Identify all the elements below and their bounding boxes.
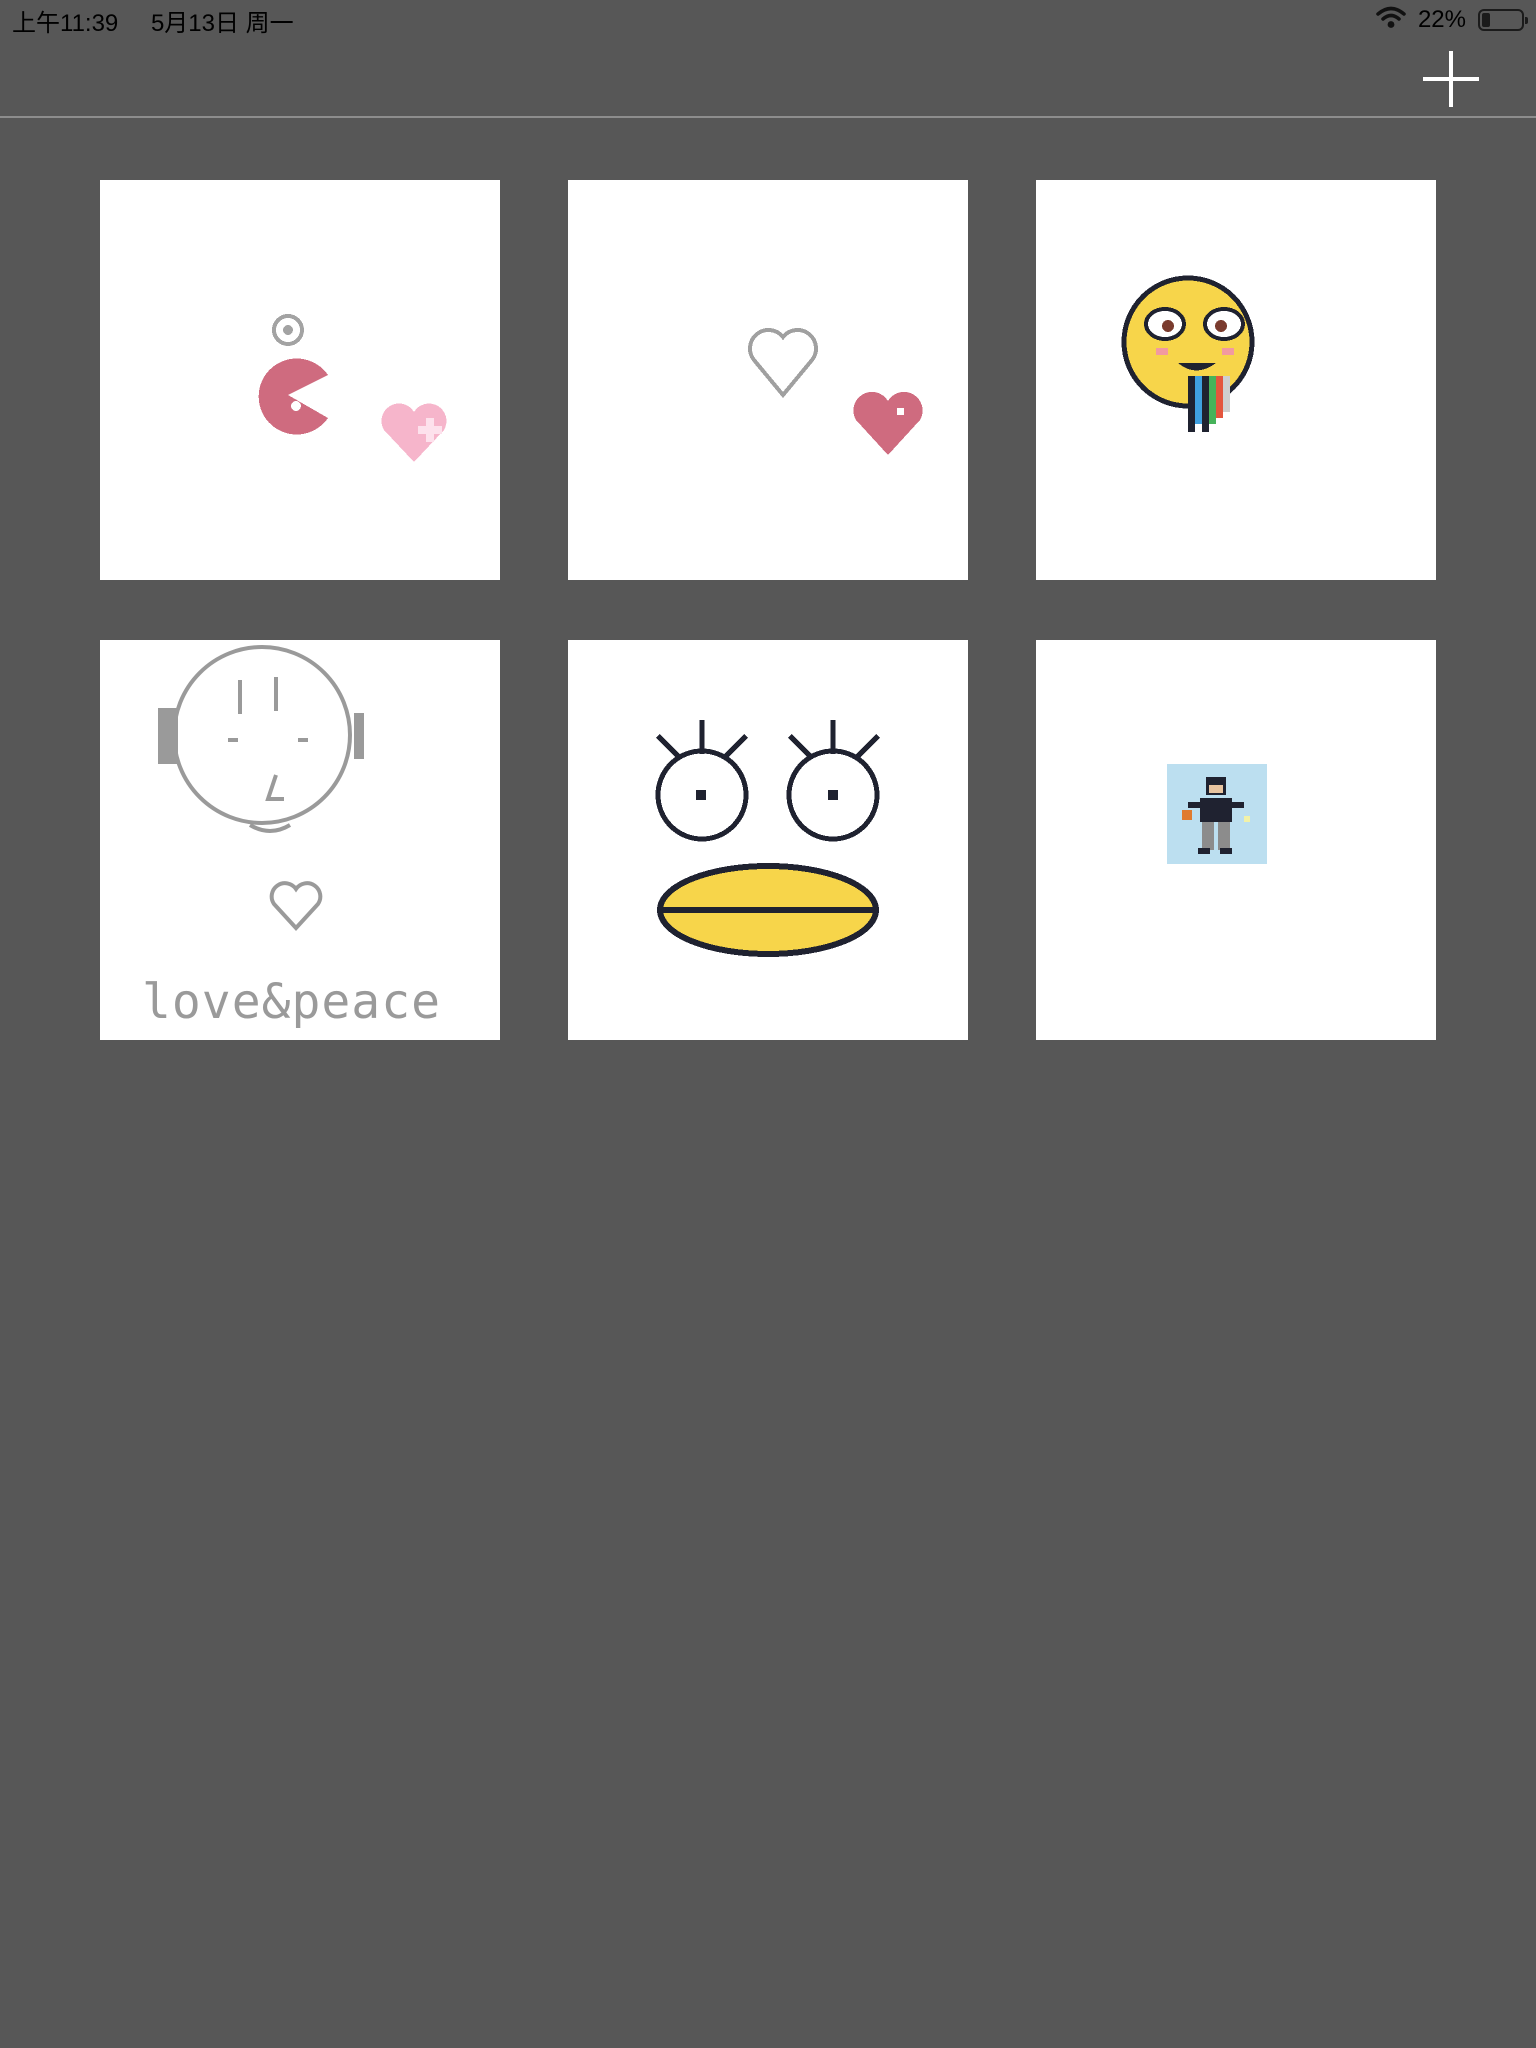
battery-level (1482, 13, 1491, 27)
drawing-tile[interactable] (568, 640, 968, 1040)
drawing-tile[interactable] (100, 180, 500, 580)
battery-icon (1478, 9, 1528, 31)
target-icon (272, 314, 304, 346)
heart-icon (853, 391, 923, 455)
nav-bar (0, 40, 1536, 118)
drawing-tile[interactable]: love&peace (100, 640, 500, 1040)
drawing-gallery: love&peace (100, 180, 1436, 1040)
drawing-tile[interactable] (1036, 180, 1436, 580)
status-left: 上午11:39 5月13日 周一 (12, 3, 320, 38)
battery-percent: 22% (1417, 6, 1466, 33)
drawing-tile[interactable] (1036, 640, 1436, 1040)
rainbow-tongue (1188, 376, 1230, 432)
status-date: 5月13日 周一 (150, 9, 294, 37)
status-right: 22% (1376, 5, 1528, 36)
eye-icon (1144, 307, 1186, 341)
drawing-love-peace: love&peace (142, 645, 441, 1030)
drawing-tile[interactable] (568, 180, 968, 580)
pacman-icon (258, 358, 328, 435)
face-sketch (172, 645, 352, 931)
plus-icon (1423, 51, 1479, 107)
status-time: 上午11:39 (12, 9, 119, 37)
eye-icon (1203, 307, 1245, 341)
heart-outline-icon (748, 328, 818, 399)
drawing-duck-face (655, 720, 880, 957)
wifi-icon (1376, 5, 1406, 36)
status-bar: 上午11:39 5月13日 周一 22% (0, 0, 1536, 40)
drawing-two-hearts (748, 328, 923, 455)
drawing-rainbow-smiley (1121, 275, 1255, 432)
heart-outline-icon (269, 881, 323, 931)
drawing-pacman-heart (258, 314, 447, 462)
drawing-pixel-person (1167, 764, 1267, 864)
love-peace-caption: love&peace (142, 974, 441, 1030)
add-button[interactable] (1420, 48, 1482, 110)
duck-bill (657, 863, 879, 957)
